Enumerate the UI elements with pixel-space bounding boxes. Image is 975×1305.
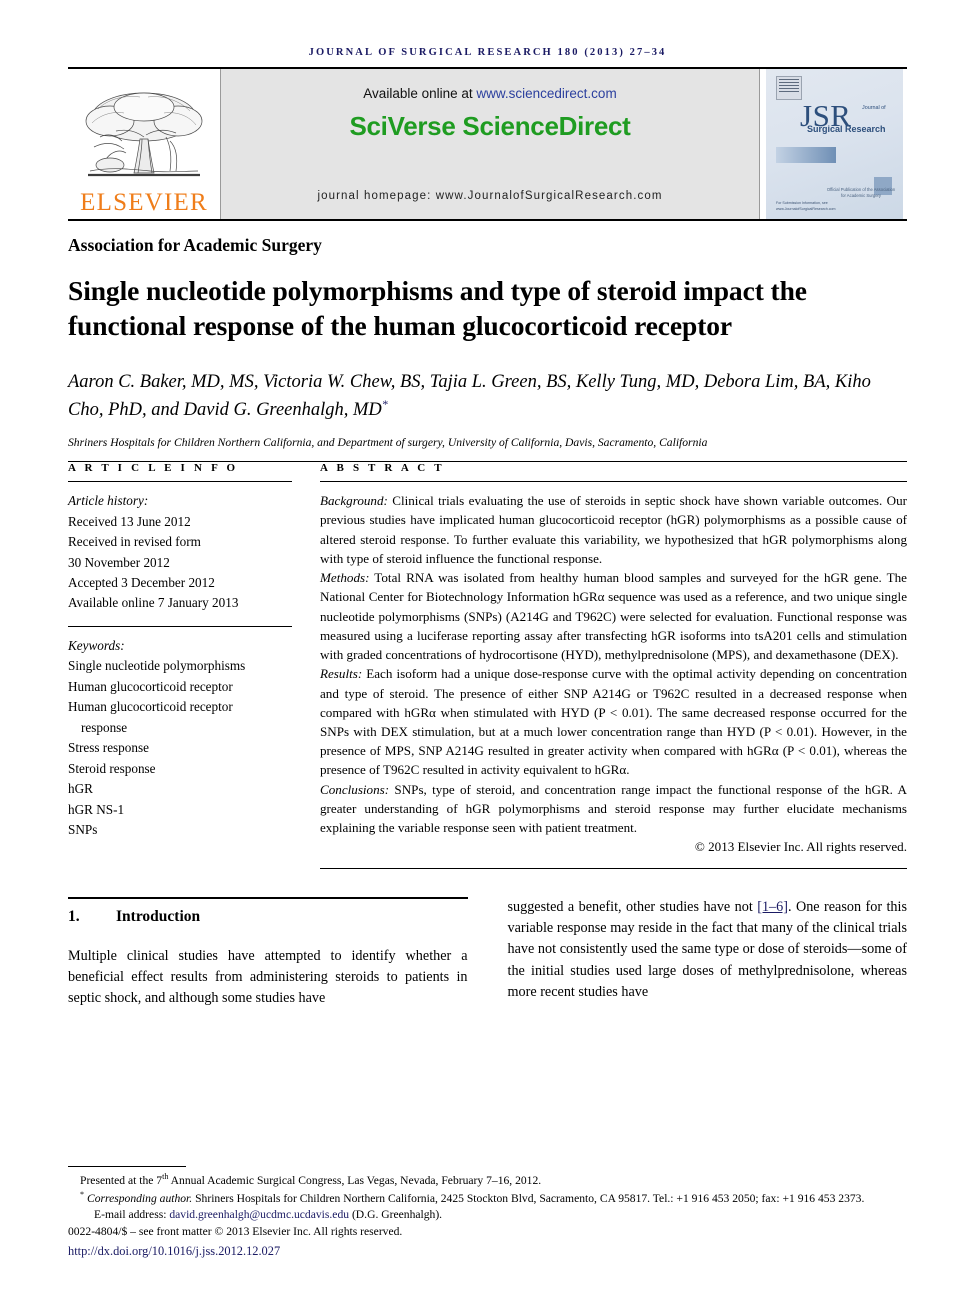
- abstract-end-rule: [320, 867, 907, 869]
- abstract-column: A B S T R A C T Background: Clinical tri…: [320, 462, 907, 869]
- keywords-label: Keywords:: [68, 637, 125, 653]
- intro-right-pre: suggested a benefit, other studies have …: [507, 898, 758, 915]
- citation-link-1-6[interactable]: [1–6]: [757, 899, 788, 915]
- abstract-section-text: SNPs, type of steroid, and concentration…: [320, 781, 907, 836]
- corresponding-label: Corresponding author.: [86, 1192, 193, 1206]
- keyword-item: hGR: [68, 781, 93, 797]
- elsevier-wordmark: ELSEVIER: [80, 189, 208, 216]
- elsevier-logo: ELSEVIER: [68, 69, 220, 219]
- abstract-section-text: Clinical trials evaluating the use of st…: [320, 493, 907, 566]
- corresponding-text: Shriners Hospitals for Children Northern…: [192, 1192, 865, 1206]
- affiliation: Shriners Hospitals for Children Northern…: [68, 436, 708, 450]
- abstract-section: Background: Clinical trials evaluating t…: [320, 491, 907, 568]
- body-column-left: 1. Introduction Multiple clinical studie…: [68, 896, 468, 1010]
- history-item: Available online 7 January 2013: [68, 595, 239, 611]
- info-abstract-columns: A R T I C L E I N F O Article history: R…: [68, 462, 907, 869]
- keyword-item: Human glucocorticoid receptor: [68, 699, 233, 715]
- doi-link-wrap: http://dx.doi.org/10.1016/j.jss.2012.12.…: [68, 1243, 907, 1261]
- abstract-section: Conclusions: SNPs, type of steroid, and …: [320, 780, 907, 838]
- article-info-rule: [68, 481, 292, 483]
- doi-link[interactable]: http://dx.doi.org/10.1016/j.jss.2012.12.…: [68, 1244, 280, 1258]
- footnote-issn: 0022-4804/$ – see front matter © 2013 El…: [68, 1224, 403, 1238]
- history-item: Received in revised form: [68, 534, 201, 550]
- body-column-right: suggested a benefit, other studies have …: [508, 897, 908, 1010]
- abstract-rule: [320, 481, 907, 483]
- keyword-item: SNPs: [68, 821, 98, 837]
- intro-section-number: 1.: [68, 907, 80, 925]
- sciencedirect-banner: Available online at www.sciencedirect.co…: [220, 69, 760, 219]
- footnote-email: E-mail address: david.greenhalgh@ucdmc.u…: [68, 1207, 907, 1223]
- page-title: Single nucleotide polymorphisms and type…: [68, 275, 807, 342]
- footnote-corresponding-author: * Corresponding author. Shriners Hospita…: [68, 1189, 907, 1207]
- abstract-body: Background: Clinical trials evaluating t…: [320, 491, 907, 856]
- abstract-section-text: Total RNA was isolated from healthy huma…: [320, 570, 907, 663]
- email-suffix: (D.G. Greenhalgh).: [349, 1208, 443, 1222]
- abstract-section: Results: Each isoform had a unique dose-…: [320, 664, 907, 779]
- journal-cover-image: JSR Journal of Surgical Research Officia…: [766, 69, 903, 219]
- keyword-item: Stress response: [68, 740, 149, 756]
- keyword-item-continuation: response: [81, 719, 128, 735]
- keyword-item: Steroid response: [68, 760, 156, 776]
- available-online-line: Available online at www.sciencedirect.co…: [363, 86, 616, 101]
- abstract-section-heading: Results:: [320, 666, 363, 682]
- journal-homepage-line[interactable]: journal homepage: www.JournalofSurgicalR…: [221, 190, 759, 202]
- available-online-text: Available online at: [363, 86, 477, 101]
- running-head: JOURNAL OF SURGICAL RESEARCH 180 (2013) …: [308, 47, 667, 58]
- cover-footer: For Submission Information, see www.Jour…: [776, 201, 836, 211]
- cover-decor-bar-1: [776, 147, 836, 163]
- abstract-copyright: © 2013 Elsevier Inc. All rights reserved…: [694, 839, 907, 855]
- intro-heading: 1. Introduction: [68, 908, 468, 926]
- footnote-presented: Presented at the 7th Annual Academic Sur…: [68, 1171, 907, 1189]
- intro-section-title: Introduction: [116, 907, 201, 925]
- intro-rule: [68, 896, 468, 899]
- abstract-section-heading: Background:: [320, 493, 388, 509]
- keyword-item: Single nucleotide polymorphisms: [68, 658, 246, 674]
- article-history-block: Article history: Received 13 June 2012 R…: [68, 491, 292, 614]
- abstract-section-heading: Conclusions:: [320, 781, 390, 797]
- keyword-item: hGR NS-1: [68, 801, 125, 817]
- keywords-block: Keywords: Single nucleotide polymorphism…: [68, 636, 292, 841]
- history-item: 30 November 2012: [68, 554, 170, 570]
- society-line: Association for Academic Surgery: [68, 235, 322, 255]
- corresponding-author-marker[interactable]: *: [382, 397, 388, 411]
- journal-cover-cell: JSR Journal of Surgical Research Officia…: [760, 69, 907, 219]
- sciencedirect-url-link[interactable]: www.sciencedirect.com: [476, 86, 616, 101]
- history-item: Accepted 3 December 2012: [68, 574, 215, 590]
- article-info-label: A R T I C L E I N F O: [68, 462, 239, 475]
- cover-title-small: Journal of: [862, 105, 886, 111]
- intro-paragraph-left: Multiple clinical studies have attempted…: [68, 947, 468, 1007]
- keywords-rule: [68, 625, 292, 627]
- abstract-label: A B S T R A C T: [320, 462, 445, 475]
- abstract-section: Methods: Total RNA was isolated from hea…: [320, 568, 907, 664]
- footnote-rule: [68, 1165, 186, 1167]
- cover-note: Official Publication of the Association …: [826, 187, 896, 199]
- keyword-item: Human glucocorticoid receptor: [68, 678, 233, 694]
- presented-post: Annual Academic Surgical Congress, Las V…: [168, 1173, 542, 1187]
- author-list: Aaron C. Baker, MD, MS, Victoria W. Chew…: [68, 369, 907, 424]
- intro-paragraph-right: suggested a benefit, other studies have …: [508, 897, 908, 1003]
- elsevier-stamp-icon: [776, 76, 802, 100]
- masthead: ELSEVIER Available online at www.science…: [68, 69, 907, 219]
- header-rule-bottom: [68, 219, 907, 221]
- cover-title-sub: Surgical Research: [807, 124, 886, 134]
- article-info-column: A R T I C L E I N F O Article history: R…: [68, 462, 320, 868]
- body-columns: 1. Introduction Multiple clinical studie…: [68, 896, 908, 1010]
- journal-article-page: JOURNAL OF SURGICAL RESEARCH 180 (2013) …: [0, 0, 975, 1305]
- sciverse-sciencedirect-logo: SciVerse ScienceDirect: [349, 111, 631, 141]
- corresponding-marker: *: [80, 1190, 85, 1200]
- email-link[interactable]: david.greenhalgh@ucdmc.ucdavis.edu: [169, 1208, 349, 1221]
- author-names: Aaron C. Baker, MD, MS, Victoria W. Chew…: [68, 372, 871, 421]
- footnotes: Presented at the 7th Annual Academic Sur…: [68, 1165, 907, 1261]
- history-item: Received 13 June 2012: [68, 513, 191, 529]
- article-history-label: Article history:: [68, 493, 149, 509]
- abstract-section-text: Each isoform had a unique dose-response …: [320, 666, 907, 778]
- abstract-section-heading: Methods:: [320, 570, 370, 586]
- elsevier-tree-icon: [85, 92, 203, 177]
- email-label: E-mail address:: [94, 1208, 170, 1222]
- presented-pre: Presented at the 7: [80, 1173, 163, 1187]
